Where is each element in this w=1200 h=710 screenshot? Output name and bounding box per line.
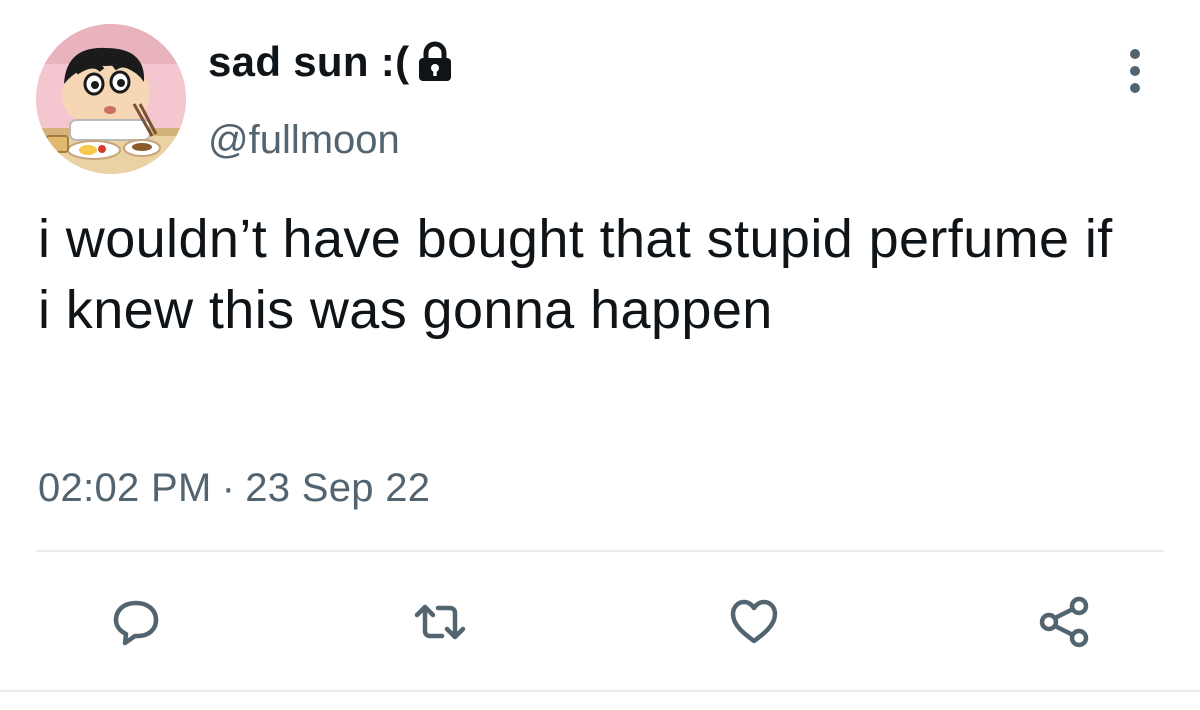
tweet-date: 23 Sep 22 (245, 466, 431, 510)
display-name[interactable]: sad sun :( (208, 38, 455, 86)
user-handle[interactable]: @fullmoon (208, 118, 400, 163)
like-icon (730, 599, 778, 644)
tweet-card: sad sun :( @fullmoon i wouldn’t have bou… (0, 0, 1200, 710)
bottom-divider (0, 690, 1200, 692)
share-button[interactable] (1034, 592, 1094, 652)
share-icon (1039, 596, 1089, 648)
reply-button[interactable] (106, 592, 166, 652)
retweet-icon (414, 604, 466, 640)
tweet-timestamp[interactable]: 02:02 PM · 23 Sep 22 (38, 466, 430, 511)
meta-separator: · (221, 466, 236, 510)
more-options-icon[interactable] (1120, 46, 1150, 96)
avatar[interactable] (36, 24, 186, 174)
retweet-button[interactable] (410, 592, 470, 652)
display-name-text: sad sun :( (208, 38, 410, 85)
like-button[interactable] (724, 592, 784, 652)
avatar-image (36, 24, 186, 174)
reply-icon (113, 600, 159, 646)
divider (36, 550, 1164, 552)
lock-icon (415, 41, 455, 83)
tweet-text: i wouldn’t have bought that stupid perfu… (38, 209, 1113, 340)
tweet-time: 02:02 PM (38, 466, 212, 510)
